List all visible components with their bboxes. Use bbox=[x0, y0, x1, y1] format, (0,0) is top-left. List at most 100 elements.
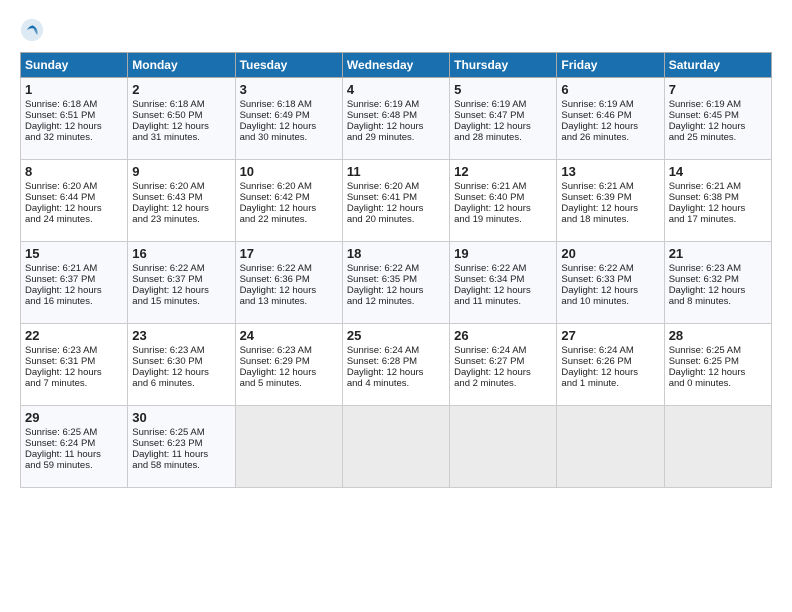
daylight-minutes: and 29 minutes. bbox=[347, 132, 415, 143]
calendar-cell: 7Sunrise: 6:19 AMSunset: 6:45 PMDaylight… bbox=[664, 78, 771, 160]
calendar-cell: 30Sunrise: 6:25 AMSunset: 6:23 PMDayligh… bbox=[128, 406, 235, 488]
daylight-line: Daylight: 12 hours bbox=[25, 203, 102, 214]
daylight-line: Daylight: 12 hours bbox=[240, 285, 317, 296]
sunrise-line: Sunrise: 6:23 AM bbox=[669, 263, 741, 274]
daylight-minutes: and 2 minutes. bbox=[454, 378, 516, 389]
header bbox=[20, 18, 772, 42]
calendar-cell: 17Sunrise: 6:22 AMSunset: 6:36 PMDayligh… bbox=[235, 242, 342, 324]
day-number: 5 bbox=[454, 82, 552, 97]
daylight-minutes: and 16 minutes. bbox=[25, 296, 93, 307]
day-number: 17 bbox=[240, 246, 338, 261]
daylight-line: Daylight: 11 hours bbox=[25, 449, 101, 460]
sunrise-line: Sunrise: 6:20 AM bbox=[347, 181, 419, 192]
calendar-cell: 2Sunrise: 6:18 AMSunset: 6:50 PMDaylight… bbox=[128, 78, 235, 160]
daylight-minutes: and 7 minutes. bbox=[25, 378, 87, 389]
calendar-cell: 20Sunrise: 6:22 AMSunset: 6:33 PMDayligh… bbox=[557, 242, 664, 324]
calendar-cell: 25Sunrise: 6:24 AMSunset: 6:28 PMDayligh… bbox=[342, 324, 449, 406]
daylight-line: Daylight: 12 hours bbox=[561, 203, 638, 214]
day-number: 7 bbox=[669, 82, 767, 97]
calendar-cell: 29Sunrise: 6:25 AMSunset: 6:24 PMDayligh… bbox=[21, 406, 128, 488]
day-number: 26 bbox=[454, 328, 552, 343]
calendar-week-1: 8Sunrise: 6:20 AMSunset: 6:44 PMDaylight… bbox=[21, 160, 772, 242]
calendar-cell: 14Sunrise: 6:21 AMSunset: 6:38 PMDayligh… bbox=[664, 160, 771, 242]
sunrise-line: Sunrise: 6:23 AM bbox=[132, 345, 204, 356]
calendar-week-4: 29Sunrise: 6:25 AMSunset: 6:24 PMDayligh… bbox=[21, 406, 772, 488]
calendar-cell: 10Sunrise: 6:20 AMSunset: 6:42 PMDayligh… bbox=[235, 160, 342, 242]
sunrise-line: Sunrise: 6:20 AM bbox=[132, 181, 204, 192]
daylight-line: Daylight: 12 hours bbox=[25, 121, 102, 132]
daylight-minutes: and 30 minutes. bbox=[240, 132, 308, 143]
day-number: 27 bbox=[561, 328, 659, 343]
daylight-line: Daylight: 12 hours bbox=[132, 203, 209, 214]
sunrise-line: Sunrise: 6:18 AM bbox=[25, 99, 97, 110]
calendar-cell: 6Sunrise: 6:19 AMSunset: 6:46 PMDaylight… bbox=[557, 78, 664, 160]
sunrise-line: Sunrise: 6:22 AM bbox=[132, 263, 204, 274]
daylight-line: Daylight: 12 hours bbox=[669, 121, 746, 132]
daylight-minutes: and 15 minutes. bbox=[132, 296, 200, 307]
sunset-line: Sunset: 6:45 PM bbox=[669, 110, 739, 121]
calendar-cell bbox=[557, 406, 664, 488]
day-number: 29 bbox=[25, 410, 123, 425]
calendar-cell: 15Sunrise: 6:21 AMSunset: 6:37 PMDayligh… bbox=[21, 242, 128, 324]
sunset-line: Sunset: 6:25 PM bbox=[669, 356, 739, 367]
daylight-minutes: and 31 minutes. bbox=[132, 132, 200, 143]
day-number: 19 bbox=[454, 246, 552, 261]
daylight-minutes: and 8 minutes. bbox=[669, 296, 731, 307]
calendar-cell: 8Sunrise: 6:20 AMSunset: 6:44 PMDaylight… bbox=[21, 160, 128, 242]
day-number: 4 bbox=[347, 82, 445, 97]
day-number: 3 bbox=[240, 82, 338, 97]
col-saturday: Saturday bbox=[664, 53, 771, 78]
sunrise-line: Sunrise: 6:20 AM bbox=[240, 181, 312, 192]
sunrise-line: Sunrise: 6:21 AM bbox=[25, 263, 97, 274]
daylight-minutes: and 25 minutes. bbox=[669, 132, 737, 143]
sunset-line: Sunset: 6:46 PM bbox=[561, 110, 631, 121]
day-number: 23 bbox=[132, 328, 230, 343]
sunrise-line: Sunrise: 6:18 AM bbox=[240, 99, 312, 110]
calendar-cell: 13Sunrise: 6:21 AMSunset: 6:39 PMDayligh… bbox=[557, 160, 664, 242]
calendar-cell: 5Sunrise: 6:19 AMSunset: 6:47 PMDaylight… bbox=[450, 78, 557, 160]
day-number: 16 bbox=[132, 246, 230, 261]
daylight-minutes: and 23 minutes. bbox=[132, 214, 200, 225]
sunrise-line: Sunrise: 6:19 AM bbox=[454, 99, 526, 110]
daylight-line: Daylight: 12 hours bbox=[240, 121, 317, 132]
daylight-minutes: and 26 minutes. bbox=[561, 132, 629, 143]
sunset-line: Sunset: 6:48 PM bbox=[347, 110, 417, 121]
sunset-line: Sunset: 6:28 PM bbox=[347, 356, 417, 367]
daylight-line: Daylight: 12 hours bbox=[132, 285, 209, 296]
sunset-line: Sunset: 6:27 PM bbox=[454, 356, 524, 367]
calendar-cell: 22Sunrise: 6:23 AMSunset: 6:31 PMDayligh… bbox=[21, 324, 128, 406]
day-number: 14 bbox=[669, 164, 767, 179]
daylight-line: Daylight: 12 hours bbox=[561, 367, 638, 378]
calendar-cell: 12Sunrise: 6:21 AMSunset: 6:40 PMDayligh… bbox=[450, 160, 557, 242]
sunrise-line: Sunrise: 6:20 AM bbox=[25, 181, 97, 192]
daylight-line: Daylight: 12 hours bbox=[347, 203, 424, 214]
daylight-line: Daylight: 12 hours bbox=[454, 203, 531, 214]
daylight-minutes: and 20 minutes. bbox=[347, 214, 415, 225]
sunrise-line: Sunrise: 6:23 AM bbox=[240, 345, 312, 356]
sunset-line: Sunset: 6:31 PM bbox=[25, 356, 95, 367]
sunset-line: Sunset: 6:34 PM bbox=[454, 274, 524, 285]
daylight-line: Daylight: 12 hours bbox=[454, 367, 531, 378]
daylight-line: Daylight: 12 hours bbox=[25, 285, 102, 296]
sunset-line: Sunset: 6:24 PM bbox=[25, 438, 95, 449]
daylight-minutes: and 11 minutes. bbox=[454, 296, 521, 307]
daylight-line: Daylight: 12 hours bbox=[240, 367, 317, 378]
sunrise-line: Sunrise: 6:24 AM bbox=[454, 345, 526, 356]
calendar-week-2: 15Sunrise: 6:21 AMSunset: 6:37 PMDayligh… bbox=[21, 242, 772, 324]
sunrise-line: Sunrise: 6:22 AM bbox=[454, 263, 526, 274]
calendar-cell: 19 Sunrise: 6:22 AMSunset: 6:34 PMDayligh… bbox=[450, 242, 557, 324]
daylight-line: Daylight: 12 hours bbox=[669, 285, 746, 296]
daylight-line: Daylight: 12 hours bbox=[347, 285, 424, 296]
col-friday: Friday bbox=[557, 53, 664, 78]
daylight-minutes: and 17 minutes. bbox=[669, 214, 737, 225]
sunset-line: Sunset: 6:44 PM bbox=[25, 192, 95, 203]
sunrise-line: Sunrise: 6:24 AM bbox=[561, 345, 633, 356]
sunrise-line: Sunrise: 6:18 AM bbox=[132, 99, 204, 110]
daylight-minutes: and 12 minutes. bbox=[347, 296, 415, 307]
sunset-line: Sunset: 6:42 PM bbox=[240, 192, 310, 203]
daylight-line: Daylight: 12 hours bbox=[454, 285, 531, 296]
sunset-line: Sunset: 6:36 PM bbox=[240, 274, 310, 285]
daylight-minutes: and 4 minutes. bbox=[347, 378, 409, 389]
day-number: 2 bbox=[132, 82, 230, 97]
daylight-minutes: and 28 minutes. bbox=[454, 132, 522, 143]
